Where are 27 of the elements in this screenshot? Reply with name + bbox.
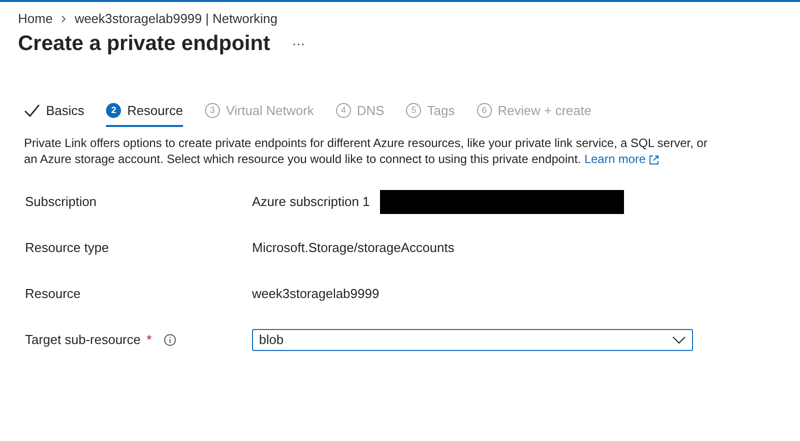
field-label: Resource type bbox=[25, 239, 109, 258]
checkmark-icon bbox=[24, 104, 40, 117]
step-number: 6 bbox=[476, 102, 492, 118]
description: Private Link offers options to create private endpoints for different Azure resources, like your private link service, a SQL server, or an Azure storage account. Select which resource you would like to connect to using this private endpoint. Learn more bbox=[24, 135, 708, 167]
chevron-down-icon bbox=[672, 336, 686, 344]
required-mark: * bbox=[146, 331, 152, 350]
chevron-icon bbox=[60, 15, 67, 23]
field-label: Resource bbox=[25, 285, 81, 304]
step-number: 3 bbox=[204, 102, 220, 118]
wizard-tab[interactable]: Basics bbox=[24, 100, 84, 127]
field-label: Subscription bbox=[25, 193, 97, 212]
dropdown-field[interactable]: blob bbox=[252, 329, 693, 351]
info-icon[interactable] bbox=[164, 334, 176, 346]
learn-more-link[interactable]: Learn more bbox=[584, 152, 660, 166]
field-value: week3storagelab9999 bbox=[252, 285, 380, 304]
wizard-tab[interactable]: 2 Resource bbox=[106, 100, 183, 127]
field-value: Azure subscription 1 bbox=[252, 193, 370, 212]
field-value: Microsoft.Storage/storageAccounts bbox=[252, 239, 454, 258]
breadcrumb-current[interactable]: week3storagelab9999 | Networking bbox=[74, 9, 278, 29]
more-options[interactable]: ··· bbox=[292, 34, 306, 54]
step-number: 5 bbox=[406, 102, 422, 118]
field-label: Target sub-resource bbox=[25, 331, 141, 350]
breadcrumb-link[interactable]: Home bbox=[18, 9, 53, 29]
page-title: Create a private endpoint bbox=[18, 31, 270, 57]
step-number: 4 bbox=[336, 102, 351, 118]
external-link-icon[interactable] bbox=[649, 154, 660, 165]
step-number: 2 bbox=[106, 102, 122, 118]
